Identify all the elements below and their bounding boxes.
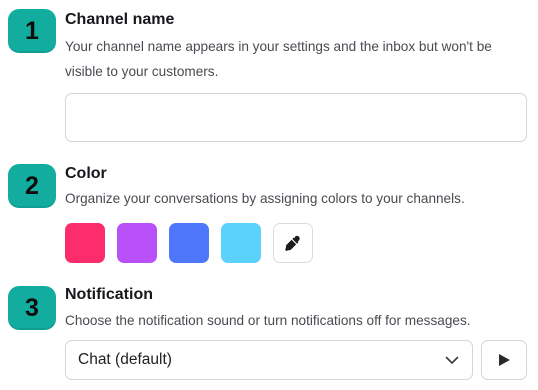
custom-color-picker-button[interactable] [273,223,313,263]
notification-title: Notification [65,286,153,303]
step-3-number: 3 [25,293,39,322]
color-description: Organize your conversations by assigning… [65,191,465,206]
step-1-badge: 1 [8,9,56,53]
step-3-badge: 3 [8,286,56,330]
play-sound-button[interactable] [481,340,527,380]
step-2-badge: 2 [8,164,56,208]
eyedropper-icon [285,235,300,251]
channel-name-title: Channel name [65,11,175,28]
step-2-number: 2 [25,171,39,200]
play-icon [498,354,510,366]
color-swatch-purple[interactable] [117,223,157,263]
notification-sound-value: Chat (default) [78,351,172,368]
color-swatches [65,223,313,263]
notification-description: Choose the notification sound or turn no… [65,313,471,328]
color-swatch-light-blue[interactable] [221,223,261,263]
notification-sound-select[interactable]: Chat (default) [65,340,473,380]
channel-name-input[interactable] [65,93,527,142]
channel-name-description: Your channel name appears in your settin… [65,39,492,79]
color-swatch-blue[interactable] [169,223,209,263]
color-title: Color [65,165,107,182]
color-swatch-pink[interactable] [65,223,105,263]
chevron-down-icon [445,356,459,364]
step-1-number: 1 [25,16,39,45]
